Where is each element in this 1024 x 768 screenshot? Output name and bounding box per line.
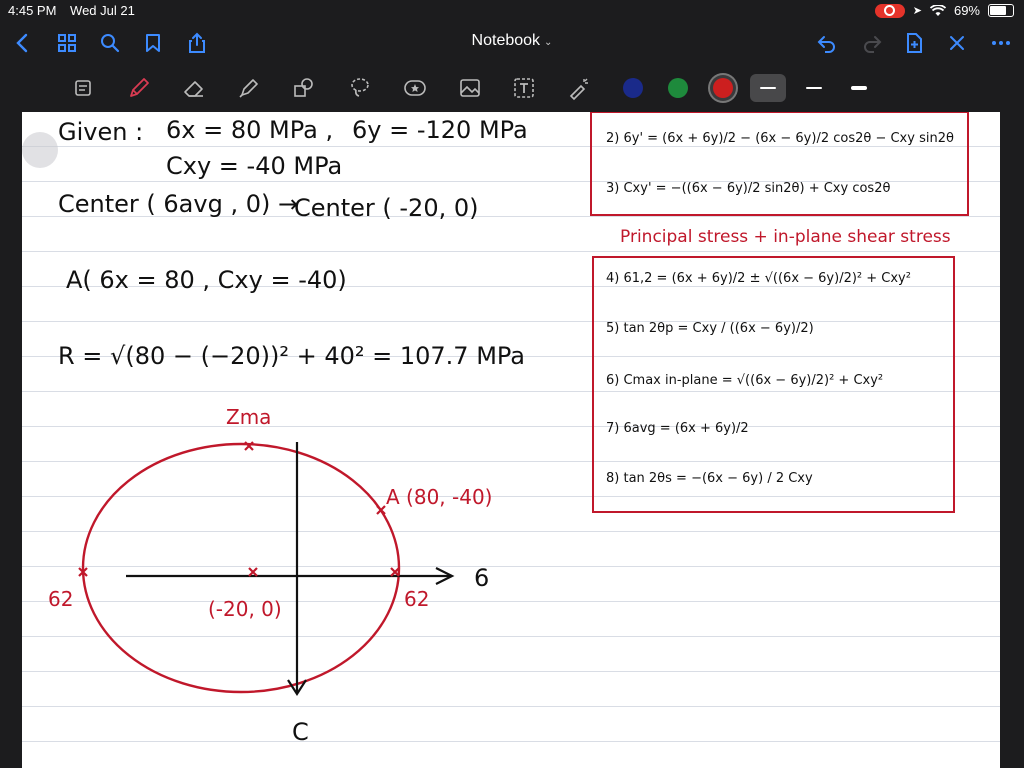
- more-icon[interactable]: [986, 28, 1016, 58]
- center-formula: Center ( 6avg , 0) →: [58, 190, 298, 218]
- sigma-y-value: 6y = -120 MPa: [352, 116, 528, 144]
- drawing-toolbar: [0, 64, 1024, 112]
- stroke-thin-option[interactable]: [750, 74, 786, 102]
- read-mode-icon[interactable]: [67, 72, 99, 104]
- lasso-icon[interactable]: [344, 72, 376, 104]
- center-value: Center ( -20, 0): [294, 194, 479, 222]
- redo-icon[interactable]: [857, 28, 887, 58]
- center-point-label: (-20, 0): [208, 597, 282, 621]
- formula-5: 5) tan 2θp = Cxy / ((6x − 6y)/2): [606, 321, 814, 336]
- tau-axis-label: C: [292, 718, 309, 746]
- stroke-thick-option[interactable]: [841, 74, 877, 102]
- status-date: Wed Jul 21: [70, 3, 135, 18]
- notebook-page[interactable]: Given : 6x = 80 MPa , 6y = -120 MPa Cxy …: [22, 112, 1000, 768]
- color-red-swatch[interactable]: [713, 78, 733, 98]
- status-time: 4:45 PM: [8, 3, 57, 18]
- tau-max-label: Zma: [226, 405, 271, 429]
- formula-3: 3) Cxy' = −((6x − 6y)/2 sin2θ) + Cxy cos…: [606, 181, 890, 196]
- image-icon[interactable]: [454, 72, 486, 104]
- formula-8: 8) tan 2θs = −(6x − 6y) / 2 Cxy: [606, 471, 813, 486]
- circle-point-markers: [78, 441, 400, 577]
- chevron-down-icon: ⌄: [544, 37, 553, 48]
- point-a-coords: A( 6x = 80 , Cxy = -40): [66, 266, 347, 294]
- location-icon: ➤: [912, 5, 922, 17]
- radius-calculation: R = √(80 − (−20))² + 40² = 107.7 MPa: [58, 342, 525, 370]
- sigma-axis-label: 6: [474, 564, 489, 592]
- sigma2-right-label: 62: [404, 587, 429, 611]
- close-pen-icon[interactable]: [942, 28, 972, 58]
- principal-stress-heading: Principal stress + in-plane shear stress: [620, 227, 951, 247]
- pen-icon[interactable]: [123, 72, 155, 104]
- formula-4: 4) 61,2 = (6x + 6y)/2 ± √((6x − 6y)/2)² …: [606, 271, 911, 286]
- sigma2-left-label: 62: [48, 587, 73, 611]
- formula-6: 6) Cmax in-plane = √((6x − 6y)/2)² + Cxy…: [606, 373, 883, 388]
- color-navy-swatch[interactable]: [623, 78, 643, 98]
- transformation-formulas-box: [590, 112, 969, 216]
- laser-pointer-icon[interactable]: [563, 72, 595, 104]
- formula-2: 2) 6y' = (6x + 6y)/2 − (6x − 6y)/2 cos2θ…: [606, 131, 954, 146]
- mohr-circle: [81, 442, 401, 694]
- handwriting-canvas: Given : 6x = 80 MPa , 6y = -120 MPa Cxy …: [48, 112, 969, 746]
- mohr-circle-diagram: Zma A (80, -40) 62 62 (-20, 0) 6 C: [48, 405, 492, 746]
- highlighter-icon[interactable]: [233, 72, 265, 104]
- nav-bar: Notebook ⌄: [0, 22, 1024, 64]
- undo-icon[interactable]: [812, 28, 842, 58]
- battery-percent: 69%: [953, 3, 980, 18]
- shapes-icon[interactable]: [288, 72, 320, 104]
- text-tool-icon[interactable]: [508, 72, 540, 104]
- formula-7: 7) 6avg = (6x + 6y)/2: [606, 421, 749, 436]
- color-green-swatch[interactable]: [668, 78, 688, 98]
- battery-icon: [988, 4, 1014, 17]
- stroke-medium-option[interactable]: [796, 74, 832, 102]
- sigma-x-value: 6x = 80 MPa ,: [166, 116, 333, 144]
- eraser-icon[interactable]: [178, 72, 210, 104]
- add-page-icon[interactable]: [899, 28, 929, 58]
- given-label: Given :: [58, 118, 143, 146]
- page-scroll-handle[interactable]: [22, 132, 58, 168]
- tau-xy-value: Cxy = -40 MPa: [166, 152, 342, 180]
- point-a-label: A (80, -40): [386, 485, 492, 509]
- screen-recording-icon[interactable]: [874, 3, 905, 18]
- wifi-icon: [929, 4, 946, 16]
- status-bar: 4:45 PM Wed Jul 21 ➤ 69%: [0, 0, 1024, 22]
- elements-icon[interactable]: [399, 72, 431, 104]
